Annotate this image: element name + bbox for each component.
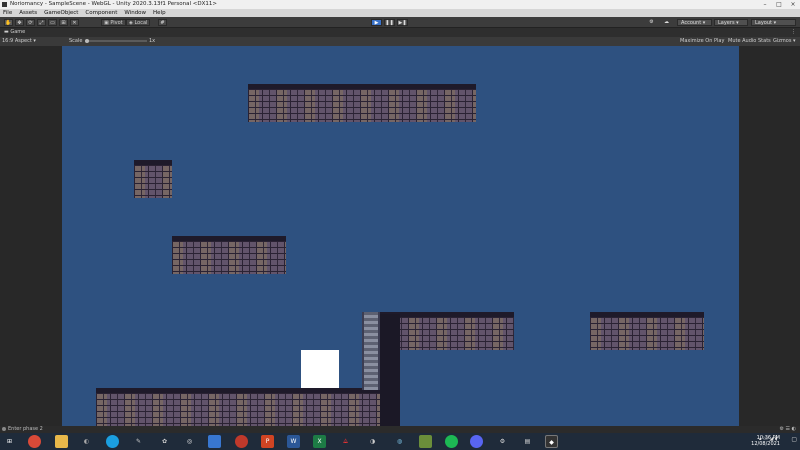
layers-label: Layers xyxy=(718,20,735,26)
game-viewport[interactable] xyxy=(62,46,739,426)
mute-audio-toggle[interactable]: Mute Audio xyxy=(728,37,756,46)
aspect-dropdown[interactable]: 16:9 Aspect ▾ xyxy=(2,37,36,46)
pen-icon[interactable]: ✎ xyxy=(132,435,145,448)
platform-far-right xyxy=(590,312,704,350)
xbox-icon[interactable]: ▤ xyxy=(521,435,534,448)
pivot-toggle[interactable]: ▣ Pivot xyxy=(101,19,126,26)
spotify-icon[interactable] xyxy=(445,435,458,448)
console-info-icon xyxy=(2,427,6,431)
status-bar: Enter phase 2 ⚙ ☰ ◐ xyxy=(0,426,800,433)
scale-value: 1x xyxy=(149,38,156,44)
main-toolbar: ✋ ✥ ⟳ ⤢ ▭ ⊞ ✕ ▣ Pivot ◈ Local # ▶ ❚❚ ▶❚ … xyxy=(0,17,800,28)
menu-bar: File Assets GameObject Component Window … xyxy=(0,9,800,17)
unity-taskbar-icon[interactable]: ◆ xyxy=(545,435,558,448)
transform-tool-button[interactable]: ⊞ xyxy=(59,19,68,26)
maximize-button[interactable]: □ xyxy=(772,0,786,9)
status-message[interactable]: Enter phase 2 xyxy=(8,426,43,432)
move-tool-button[interactable]: ✥ xyxy=(15,19,24,26)
menu-window[interactable]: Window xyxy=(124,9,146,17)
menu-component[interactable]: Component xyxy=(85,9,117,17)
menu-file[interactable]: File xyxy=(3,9,12,17)
local-label: Local xyxy=(134,20,148,26)
platform-ground xyxy=(96,388,396,426)
cloud-icon[interactable]: ☁ xyxy=(662,19,671,26)
windows-start-icon[interactable]: ⊞ xyxy=(3,435,16,448)
file-explorer-icon[interactable] xyxy=(55,435,68,448)
ladder-pillar xyxy=(362,312,380,390)
stats-toggle[interactable]: Stats xyxy=(758,37,771,46)
tool-icon[interactable] xyxy=(208,435,221,448)
notification-icon[interactable]: ▢ xyxy=(791,436,797,443)
rect-tool-button[interactable]: ▭ xyxy=(48,19,57,26)
hand-tool-button[interactable]: ✋ xyxy=(4,19,13,26)
clock-date: 12/08/2021 xyxy=(751,441,780,447)
audacity-icon[interactable]: ◑ xyxy=(366,435,379,448)
taskbar-clock[interactable]: 10:36 PM 12/08/2021 xyxy=(751,435,780,447)
game-view-toolbar: 16:9 Aspect ▾ Scale 1x Maximize On Play … xyxy=(0,37,800,46)
gizmos-dropdown[interactable]: Gizmos ▾ xyxy=(773,37,796,46)
play-button[interactable]: ▶ xyxy=(371,19,382,26)
unity-app-icon xyxy=(2,2,7,7)
scale-label: Scale xyxy=(69,38,83,44)
platform-small-block xyxy=(134,160,172,198)
gizmos-label: Gizmos xyxy=(773,38,792,44)
maximize-on-play-toggle[interactable]: Maximize On Play xyxy=(680,37,724,46)
powerpoint-icon[interactable]: P xyxy=(261,435,274,448)
paint-icon[interactable]: ✿ xyxy=(158,435,171,448)
grid-snap-button[interactable]: # xyxy=(158,19,167,26)
account-label: Account xyxy=(681,20,702,26)
wall-shadow xyxy=(380,314,400,426)
pivot-label: Pivot xyxy=(110,20,123,26)
game-tab-label: Game xyxy=(10,29,26,35)
panel-menu-icon[interactable]: ⋮ xyxy=(791,28,796,37)
photos-icon[interactable]: ◎ xyxy=(183,435,196,448)
scale-slider-handle[interactable] xyxy=(85,39,89,43)
platform-right-ledge xyxy=(380,312,514,350)
chrome-icon[interactable] xyxy=(28,435,41,448)
chrome-alt-icon[interactable] xyxy=(235,435,248,448)
custom-tool-button[interactable]: ✕ xyxy=(70,19,79,26)
player-square xyxy=(301,350,339,388)
status-icons: ⚙ ☰ ◐ xyxy=(779,426,796,432)
minecraft-icon[interactable] xyxy=(419,435,432,448)
window-title: Noriomancy - SampleScene - WebGL - Unity… xyxy=(10,1,217,7)
game-tab-icon: ▬ xyxy=(4,29,9,35)
gamepad-icon[interactable]: ◐ xyxy=(80,435,93,448)
aspect-label: 16:9 Aspect xyxy=(2,38,32,44)
scale-slider-track[interactable] xyxy=(85,40,147,42)
local-icon: ◈ xyxy=(129,20,133,26)
layers-dropdown[interactable]: Layers ▾ xyxy=(714,19,748,26)
layout-dropdown[interactable]: Layout ▾ xyxy=(751,19,796,26)
word-icon[interactable]: W xyxy=(287,435,300,448)
platform-middle xyxy=(172,236,286,274)
acrobat-icon[interactable]: ⟁ xyxy=(339,435,352,448)
launcher-icon[interactable] xyxy=(106,435,119,448)
game-tab[interactable]: ▬ Game ⋮ xyxy=(0,28,800,37)
account-dropdown[interactable]: Account ▾ xyxy=(677,19,712,26)
platform-top xyxy=(248,84,476,122)
excel-icon[interactable]: X xyxy=(313,435,326,448)
discord-icon[interactable] xyxy=(470,435,483,448)
scale-tool-button[interactable]: ⤢ xyxy=(37,19,46,26)
window-controls: – □ × xyxy=(758,0,800,9)
windows-taskbar: ⊞ ◐ ✎ ✿ ◎ P W X ⟁ ◑ ◍ ⚙ ▤ ◆ ▴ ▭ ◢ ◖ 10:3… xyxy=(0,433,800,450)
local-toggle[interactable]: ◈ Local xyxy=(126,19,151,26)
step-button[interactable]: ▶❚ xyxy=(397,19,408,26)
collab-icon[interactable]: ⚙ xyxy=(647,19,656,26)
title-bar: Noriomancy - SampleScene - WebGL - Unity… xyxy=(0,0,800,9)
pause-button[interactable]: ❚❚ xyxy=(384,19,395,26)
network-icon[interactable]: ◍ xyxy=(393,435,406,448)
close-button[interactable]: × xyxy=(786,0,800,9)
layout-label: Layout xyxy=(755,20,772,26)
minimize-button[interactable]: – xyxy=(758,0,772,9)
pivot-icon: ▣ xyxy=(104,20,109,26)
menu-help[interactable]: Help xyxy=(153,9,166,17)
menu-assets[interactable]: Assets xyxy=(19,9,37,17)
rotate-tool-button[interactable]: ⟳ xyxy=(26,19,35,26)
steam-icon[interactable]: ⚙ xyxy=(496,435,509,448)
menu-gameobject[interactable]: GameObject xyxy=(44,9,78,17)
